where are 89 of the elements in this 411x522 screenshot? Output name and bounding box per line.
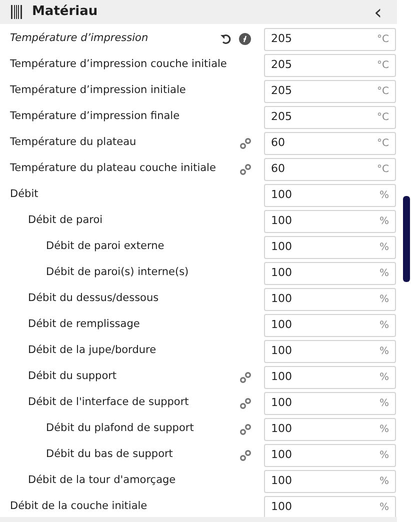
field-value: 60 (271, 134, 285, 151)
link-icon[interactable] (240, 398, 251, 408)
unit-label: % (379, 474, 389, 488)
section-header[interactable]: Matériau ‹ (0, 0, 397, 24)
setting-label: Débit de l'interface de support (28, 395, 189, 410)
setting-label: Débit de la jupe/bordure (28, 343, 156, 358)
field-value: 100 (271, 186, 292, 203)
setting-label: Débit de paroi(s) interne(s) (46, 265, 189, 280)
setting-label: Débit du support (28, 369, 117, 384)
link-icon[interactable] (240, 424, 251, 434)
value-field[interactable]: 100 % (264, 366, 396, 388)
link-icon[interactable] (240, 164, 251, 174)
function-icon[interactable] (239, 33, 251, 45)
value-field[interactable]: 100 % (264, 470, 396, 492)
barcode-icon (11, 5, 22, 19)
field-value: 100 (271, 394, 292, 411)
value-field[interactable]: 100 % (264, 236, 396, 258)
field-value: 100 (271, 316, 292, 333)
reset-icon[interactable] (220, 33, 232, 45)
field-value: 205 (271, 108, 292, 125)
value-field[interactable]: 100 % (264, 314, 396, 336)
field-value: 205 (271, 56, 292, 73)
value-field[interactable]: 100 % (264, 210, 396, 232)
setting-label: Débit de paroi externe (46, 239, 164, 254)
setting-label: Débit du plafond de support (46, 421, 194, 436)
setting-label: Température d’impression couche initiale (10, 57, 227, 72)
field-value: 60 (271, 160, 285, 177)
unit-label: % (379, 214, 389, 228)
setting-label: Température du plateau couche initiale (10, 161, 216, 176)
field-value: 100 (271, 498, 292, 515)
setting-label: Débit du bas de support (46, 447, 173, 462)
field-value: 100 (271, 342, 292, 359)
value-field[interactable]: 100 % (264, 288, 396, 310)
unit-label: % (379, 344, 389, 358)
setting-label: Température du plateau (10, 135, 136, 150)
field-value: 100 (271, 212, 292, 229)
value-field[interactable]: 100 % (264, 392, 396, 414)
scrollbar-thumb[interactable] (403, 196, 410, 282)
field-value: 205 (271, 30, 292, 47)
link-icon[interactable] (240, 450, 251, 460)
field-value: 100 (271, 420, 292, 437)
field-value: 100 (271, 472, 292, 489)
value-field[interactable]: 60 °C (264, 132, 396, 154)
link-icon[interactable] (240, 138, 251, 148)
section-title: Matériau (32, 3, 98, 22)
setting-label: Débit de la tour d'amorçage (28, 473, 176, 488)
setting-label: Débit de remplissage (28, 317, 140, 332)
value-field[interactable]: 60 °C (264, 158, 396, 180)
unit-label: % (379, 188, 389, 202)
setting-label: Débit de paroi (28, 213, 103, 228)
field-value: 100 (271, 446, 292, 463)
unit-label: % (379, 396, 389, 410)
unit-label: % (379, 240, 389, 254)
unit-label: % (379, 266, 389, 280)
unit-label: % (379, 448, 389, 462)
value-field[interactable]: 100 % (264, 444, 396, 466)
field-value: 205 (271, 82, 292, 99)
unit-label: °C (377, 84, 389, 98)
unit-label: °C (377, 58, 389, 72)
field-value: 100 (271, 238, 292, 255)
unit-label: % (379, 500, 389, 514)
value-field[interactable]: 205 °C (264, 28, 396, 50)
unit-label: % (379, 422, 389, 436)
setting-label: Température d’impression finale (10, 109, 180, 124)
setting-label: Débit du dessus/dessous (28, 291, 159, 306)
unit-label: % (379, 318, 389, 332)
value-field[interactable]: 100 % (264, 184, 396, 206)
unit-label: % (379, 292, 389, 306)
link-icon[interactable] (240, 372, 251, 382)
setting-label: Température d’impression initiale (10, 83, 186, 98)
field-value: 100 (271, 264, 292, 281)
value-field[interactable]: 205 °C (264, 80, 396, 102)
unit-label: °C (377, 162, 389, 176)
field-value: 100 (271, 290, 292, 307)
collapse-chevron[interactable]: ‹ (374, 2, 382, 22)
unit-label: % (379, 370, 389, 384)
unit-label: °C (377, 110, 389, 124)
unit-label: °C (377, 32, 389, 46)
value-field[interactable]: 100 % (264, 340, 396, 362)
value-field[interactable]: 100 % (264, 496, 396, 518)
setting-label: Débit de la couche initiale (10, 499, 148, 514)
value-field[interactable]: 100 % (264, 262, 396, 284)
field-value: 100 (271, 368, 292, 385)
setting-label: Température d’impression (10, 31, 148, 46)
setting-label: Débit (10, 187, 38, 202)
value-field[interactable]: 100 % (264, 418, 396, 440)
value-field[interactable]: 205 °C (264, 54, 396, 76)
value-field[interactable]: 205 °C (264, 106, 396, 128)
unit-label: °C (377, 136, 389, 150)
